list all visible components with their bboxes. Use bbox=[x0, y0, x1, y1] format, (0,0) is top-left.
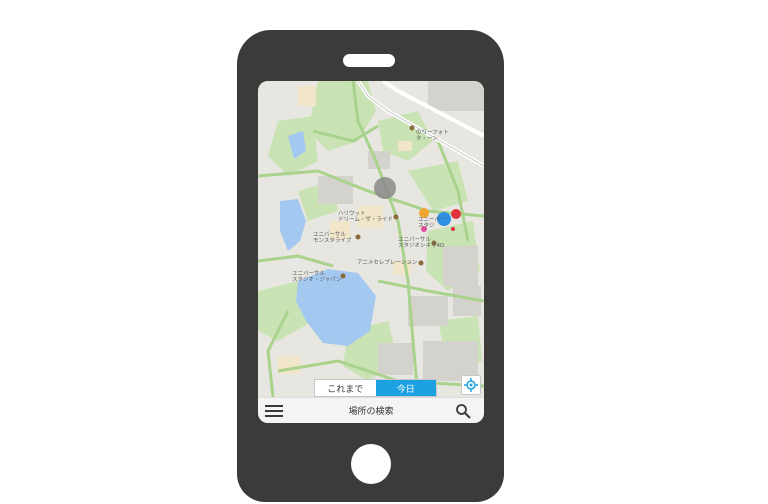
poi-label: ユニバーサル スタジオ・ジャパン bbox=[292, 271, 342, 283]
home-button[interactable] bbox=[351, 444, 391, 484]
poi-label: のりーフォト タ・ーン bbox=[416, 130, 449, 142]
phone-screen: のりーフォト タ・ーン ハリウット ドリーム・ザ・ライド ユニーバー スタジ ユ… bbox=[258, 81, 484, 423]
toggle-past-button[interactable]: これまで bbox=[315, 380, 376, 396]
toggle-today-button[interactable]: 今日 bbox=[375, 380, 436, 396]
map-view[interactable]: のりーフォト タ・ーン ハリウット ドリーム・ザ・ライド ユニーバー スタジ ユ… bbox=[258, 81, 484, 397]
bottom-bar: 場所の検索 bbox=[258, 397, 484, 423]
poi-label: ユニバーサル スタジオシネマ4D bbox=[398, 237, 445, 249]
locate-icon bbox=[464, 378, 478, 392]
phone-frame: のりーフォト タ・ーン ハリウット ドリーム・ザ・ライド ユニーバー スタジ ユ… bbox=[237, 30, 504, 502]
poi-label: ユニーバー スタジ bbox=[418, 217, 446, 229]
locate-button[interactable] bbox=[461, 375, 481, 395]
search-icon[interactable] bbox=[455, 403, 472, 420]
menu-icon[interactable] bbox=[265, 404, 283, 418]
poi-label: ハリウット ドリーム・ザ・ライド bbox=[338, 211, 393, 223]
poi-label: ユニバーサル モンスタライブ bbox=[313, 232, 352, 244]
poi-label: アニメセレブレーション bbox=[357, 260, 418, 266]
phone-speaker bbox=[343, 54, 395, 67]
place-search-field[interactable]: 場所の検索 bbox=[318, 404, 424, 417]
map-canvas bbox=[258, 81, 484, 397]
date-range-toggle: これまで 今日 bbox=[314, 379, 437, 397]
